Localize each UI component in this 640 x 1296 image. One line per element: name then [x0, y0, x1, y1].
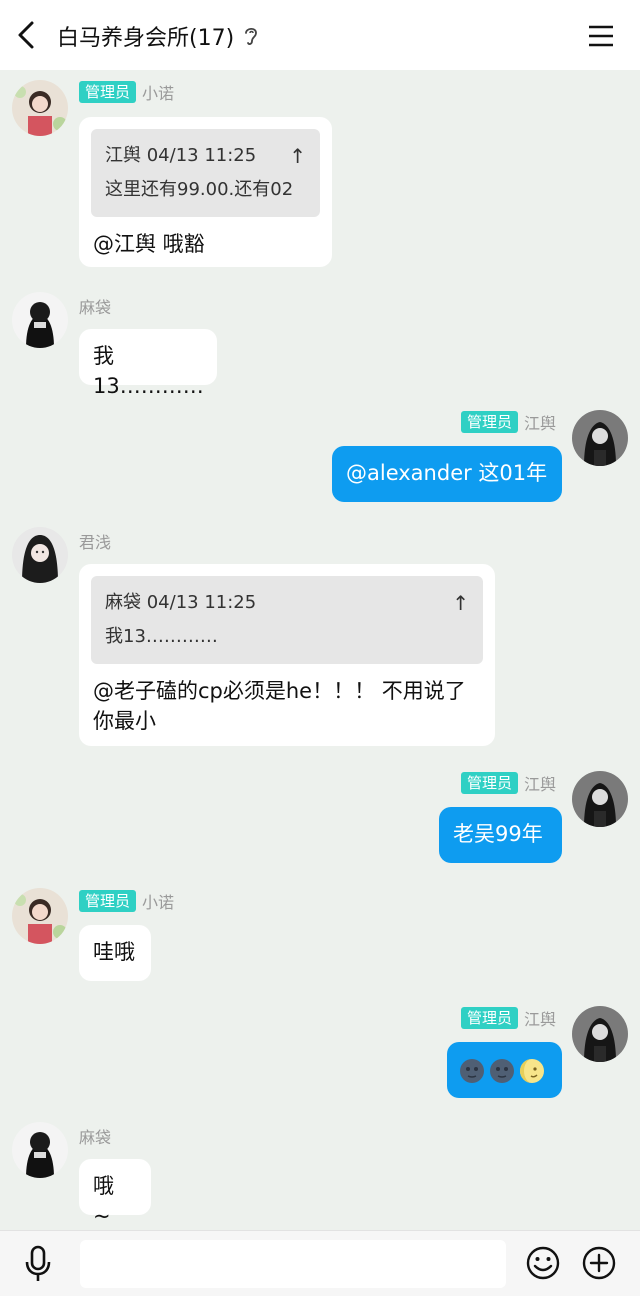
back-arrow-icon[interactable] [12, 17, 42, 53]
ear-icon [245, 27, 258, 45]
message-bubble[interactable]: 麻袋 04/13 11:25 我13………… ↑ @老子磕的cp必须是he！！！… [79, 564, 495, 746]
sender-name: 君浅 [79, 533, 112, 552]
jump-to-quote-icon[interactable]: ↑ [452, 586, 469, 620]
avatar-madai[interactable] [12, 292, 68, 348]
sender-name: 麻袋 [79, 1128, 112, 1147]
avatar-jiangyu[interactable] [572, 771, 628, 827]
quoted-message[interactable]: 江舆 04/13 11:25 这里还有99.00.还有02 ↑ [91, 129, 320, 217]
menu-icon[interactable] [586, 22, 616, 50]
jump-to-quote-icon[interactable]: ↑ [289, 139, 306, 173]
message-bubble[interactable]: 哇哦 [79, 925, 151, 981]
avatar-jiangyu[interactable] [572, 1006, 628, 1062]
avatar-xiaonuo[interactable] [12, 80, 68, 136]
avatar-xiaonuo[interactable] [12, 888, 68, 944]
new-moon-face-icon [490, 1059, 514, 1083]
quote-author-time: 麻袋 04/13 11:25 [105, 592, 257, 613]
avatar-madai[interactable] [12, 1122, 68, 1178]
new-moon-face-icon [460, 1059, 484, 1083]
message-text: @江舆 哦豁 [93, 232, 205, 256]
admin-badge: 管理员 [79, 81, 137, 103]
quote-text: 这里还有99.00.还有02 [105, 179, 294, 200]
sender-name: 管理员 江舆 [460, 1006, 556, 1030]
sender-name: 管理员 江舆 [460, 410, 556, 434]
quote-text: 我13………… [105, 626, 218, 647]
quoted-message[interactable]: 麻袋 04/13 11:25 我13………… ↑ [91, 576, 483, 664]
avatar-jiangyu[interactable] [572, 410, 628, 466]
input-bar [0, 1230, 640, 1296]
chat-title: 白马养身会所(17) [57, 20, 260, 52]
message-text: 哇哦 [93, 940, 135, 964]
message-bubble[interactable]: 老吴99年 [439, 807, 562, 863]
message-text: 我13………… [93, 344, 204, 398]
admin-badge: 管理员 [460, 411, 518, 433]
plus-icon[interactable] [581, 1245, 617, 1281]
message-text: @alexander 这01年 [346, 461, 548, 485]
sender-name: 管理员 江舆 [460, 771, 556, 795]
emoji-icon[interactable] [525, 1245, 561, 1281]
avatar-junqian[interactable] [12, 527, 68, 583]
emoji-row [447, 1042, 562, 1098]
first-quarter-moon-face-icon [520, 1059, 544, 1083]
message-bubble[interactable]: 江舆 04/13 11:25 这里还有99.00.还有02 ↑ @江舆 哦豁 [79, 117, 332, 267]
quote-author-time: 江舆 04/13 11:25 [105, 145, 257, 166]
sender-name: 管理员 小诺 [79, 80, 174, 104]
sender-name: 管理员 小诺 [79, 889, 174, 913]
message-bubble[interactable] [447, 1042, 562, 1098]
message-text: 老吴99年 [453, 822, 543, 846]
message-bubble[interactable]: 哦 ~ [79, 1159, 151, 1228]
message-text: 哦 ~ [93, 1174, 114, 1228]
admin-badge: 管理员 [79, 890, 137, 912]
sender-name: 麻袋 [79, 298, 112, 317]
message-list[interactable]: 管理员 小诺 江舆 04/13 11:25 这里还有99.00.还有02 ↑ @… [0, 70, 640, 1230]
message-bubble[interactable]: 我13………… [79, 329, 217, 398]
message-bubble[interactable]: @alexander 这01年 [332, 446, 562, 502]
message-text: @老子磕的cp必须是he！！！ 不用说了你最小 [93, 679, 466, 733]
microphone-icon[interactable] [22, 1245, 54, 1283]
group-name: 白马养身会所(17) [57, 26, 235, 51]
chat-header: 白马养身会所(17) [0, 0, 640, 70]
message-input[interactable] [80, 1240, 506, 1288]
admin-badge: 管理员 [460, 772, 518, 794]
admin-badge: 管理员 [460, 1007, 518, 1029]
